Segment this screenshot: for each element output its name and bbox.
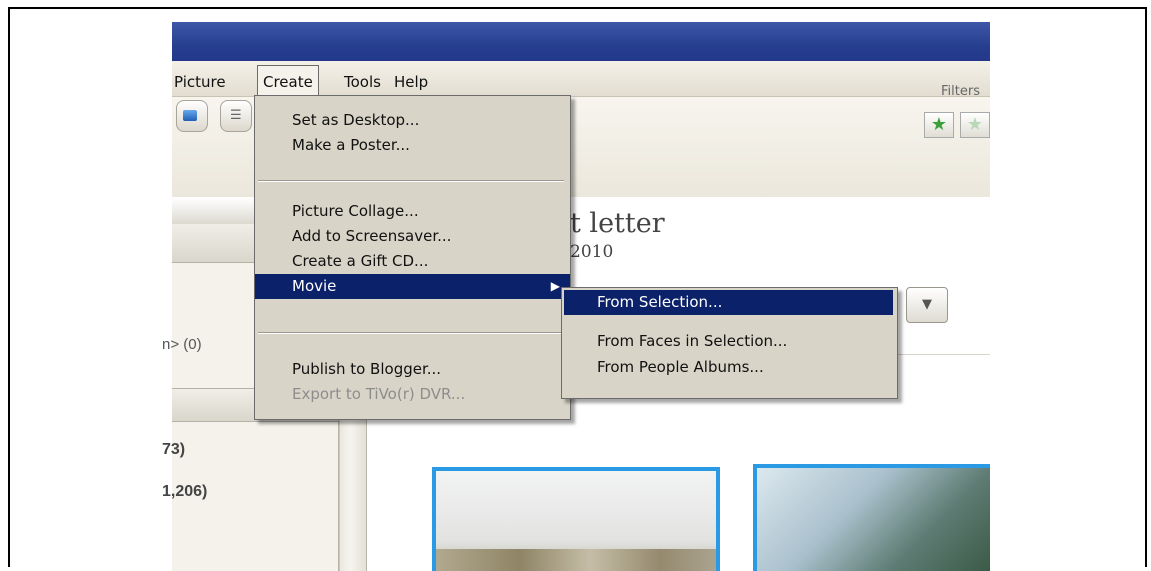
submenu-arrow-icon: ▶	[550, 279, 560, 293]
menu-separator	[258, 180, 564, 182]
menu-picture[interactable]: Picture	[174, 73, 226, 91]
menu-item-picture-collage[interactable]: Picture Collage...	[255, 200, 570, 222]
menu-tools[interactable]: Tools	[344, 73, 381, 91]
menu-item-from-faces-in-selection[interactable]: From Faces in Selection...	[562, 330, 897, 352]
view-thumbnails-button[interactable]	[176, 100, 208, 132]
menu-separator	[258, 332, 564, 334]
filters-label: Filters	[941, 84, 980, 99]
chevron-down-icon: ▼	[922, 297, 932, 312]
folder-count-2[interactable]: 1,206)	[162, 483, 207, 501]
list-icon: ☰	[230, 108, 242, 123]
menu-item-export-to-tivo: Export to TiVo(r) DVR...	[292, 385, 466, 403]
menu-item-create-gift-cd[interactable]: Create a Gift CD...	[255, 250, 570, 272]
album-dropdown-button[interactable]: ▼	[906, 287, 948, 323]
view-list-button[interactable]: ☰	[220, 100, 252, 132]
star-filter-button[interactable]: ★	[924, 112, 954, 138]
menu-item-add-to-screensaver[interactable]: Add to Screensaver...	[255, 225, 570, 247]
menu-item-from-selection[interactable]: From Selection...	[564, 290, 893, 315]
create-menu: Set as Desktop... Make a Poster... Pictu…	[254, 95, 571, 420]
movie-submenu: From Selection... From Faces in Selectio…	[561, 287, 898, 399]
menu-item-make-a-poster[interactable]: Make a Poster...	[255, 134, 570, 156]
menu-item-from-people-albums[interactable]: From People Albums...	[562, 356, 897, 378]
menu-help[interactable]: Help	[394, 73, 428, 91]
album-title: t letter	[570, 208, 665, 239]
folder-count-1[interactable]: 73)	[162, 441, 185, 459]
thumbnail-icon	[183, 110, 197, 121]
menu-item-movie[interactable]: Movie ▶	[255, 274, 570, 299]
menu-item-set-as-desktop[interactable]: Set as Desktop...	[255, 109, 570, 131]
photo-thumbnail[interactable]	[753, 464, 990, 571]
menu-bar: Picture Create Tools Help	[172, 61, 990, 97]
album-date: 2010	[570, 242, 614, 262]
title-bar	[172, 22, 990, 61]
photo-content	[436, 549, 716, 571]
menu-item-publish-to-blogger[interactable]: Publish to Blogger...	[255, 358, 570, 380]
star-filter-icon[interactable]: ★	[960, 112, 990, 138]
photo-thumbnail[interactable]	[432, 467, 720, 571]
people-item[interactable]: n> (0)	[162, 336, 202, 353]
menu-create[interactable]: Create	[257, 65, 319, 96]
